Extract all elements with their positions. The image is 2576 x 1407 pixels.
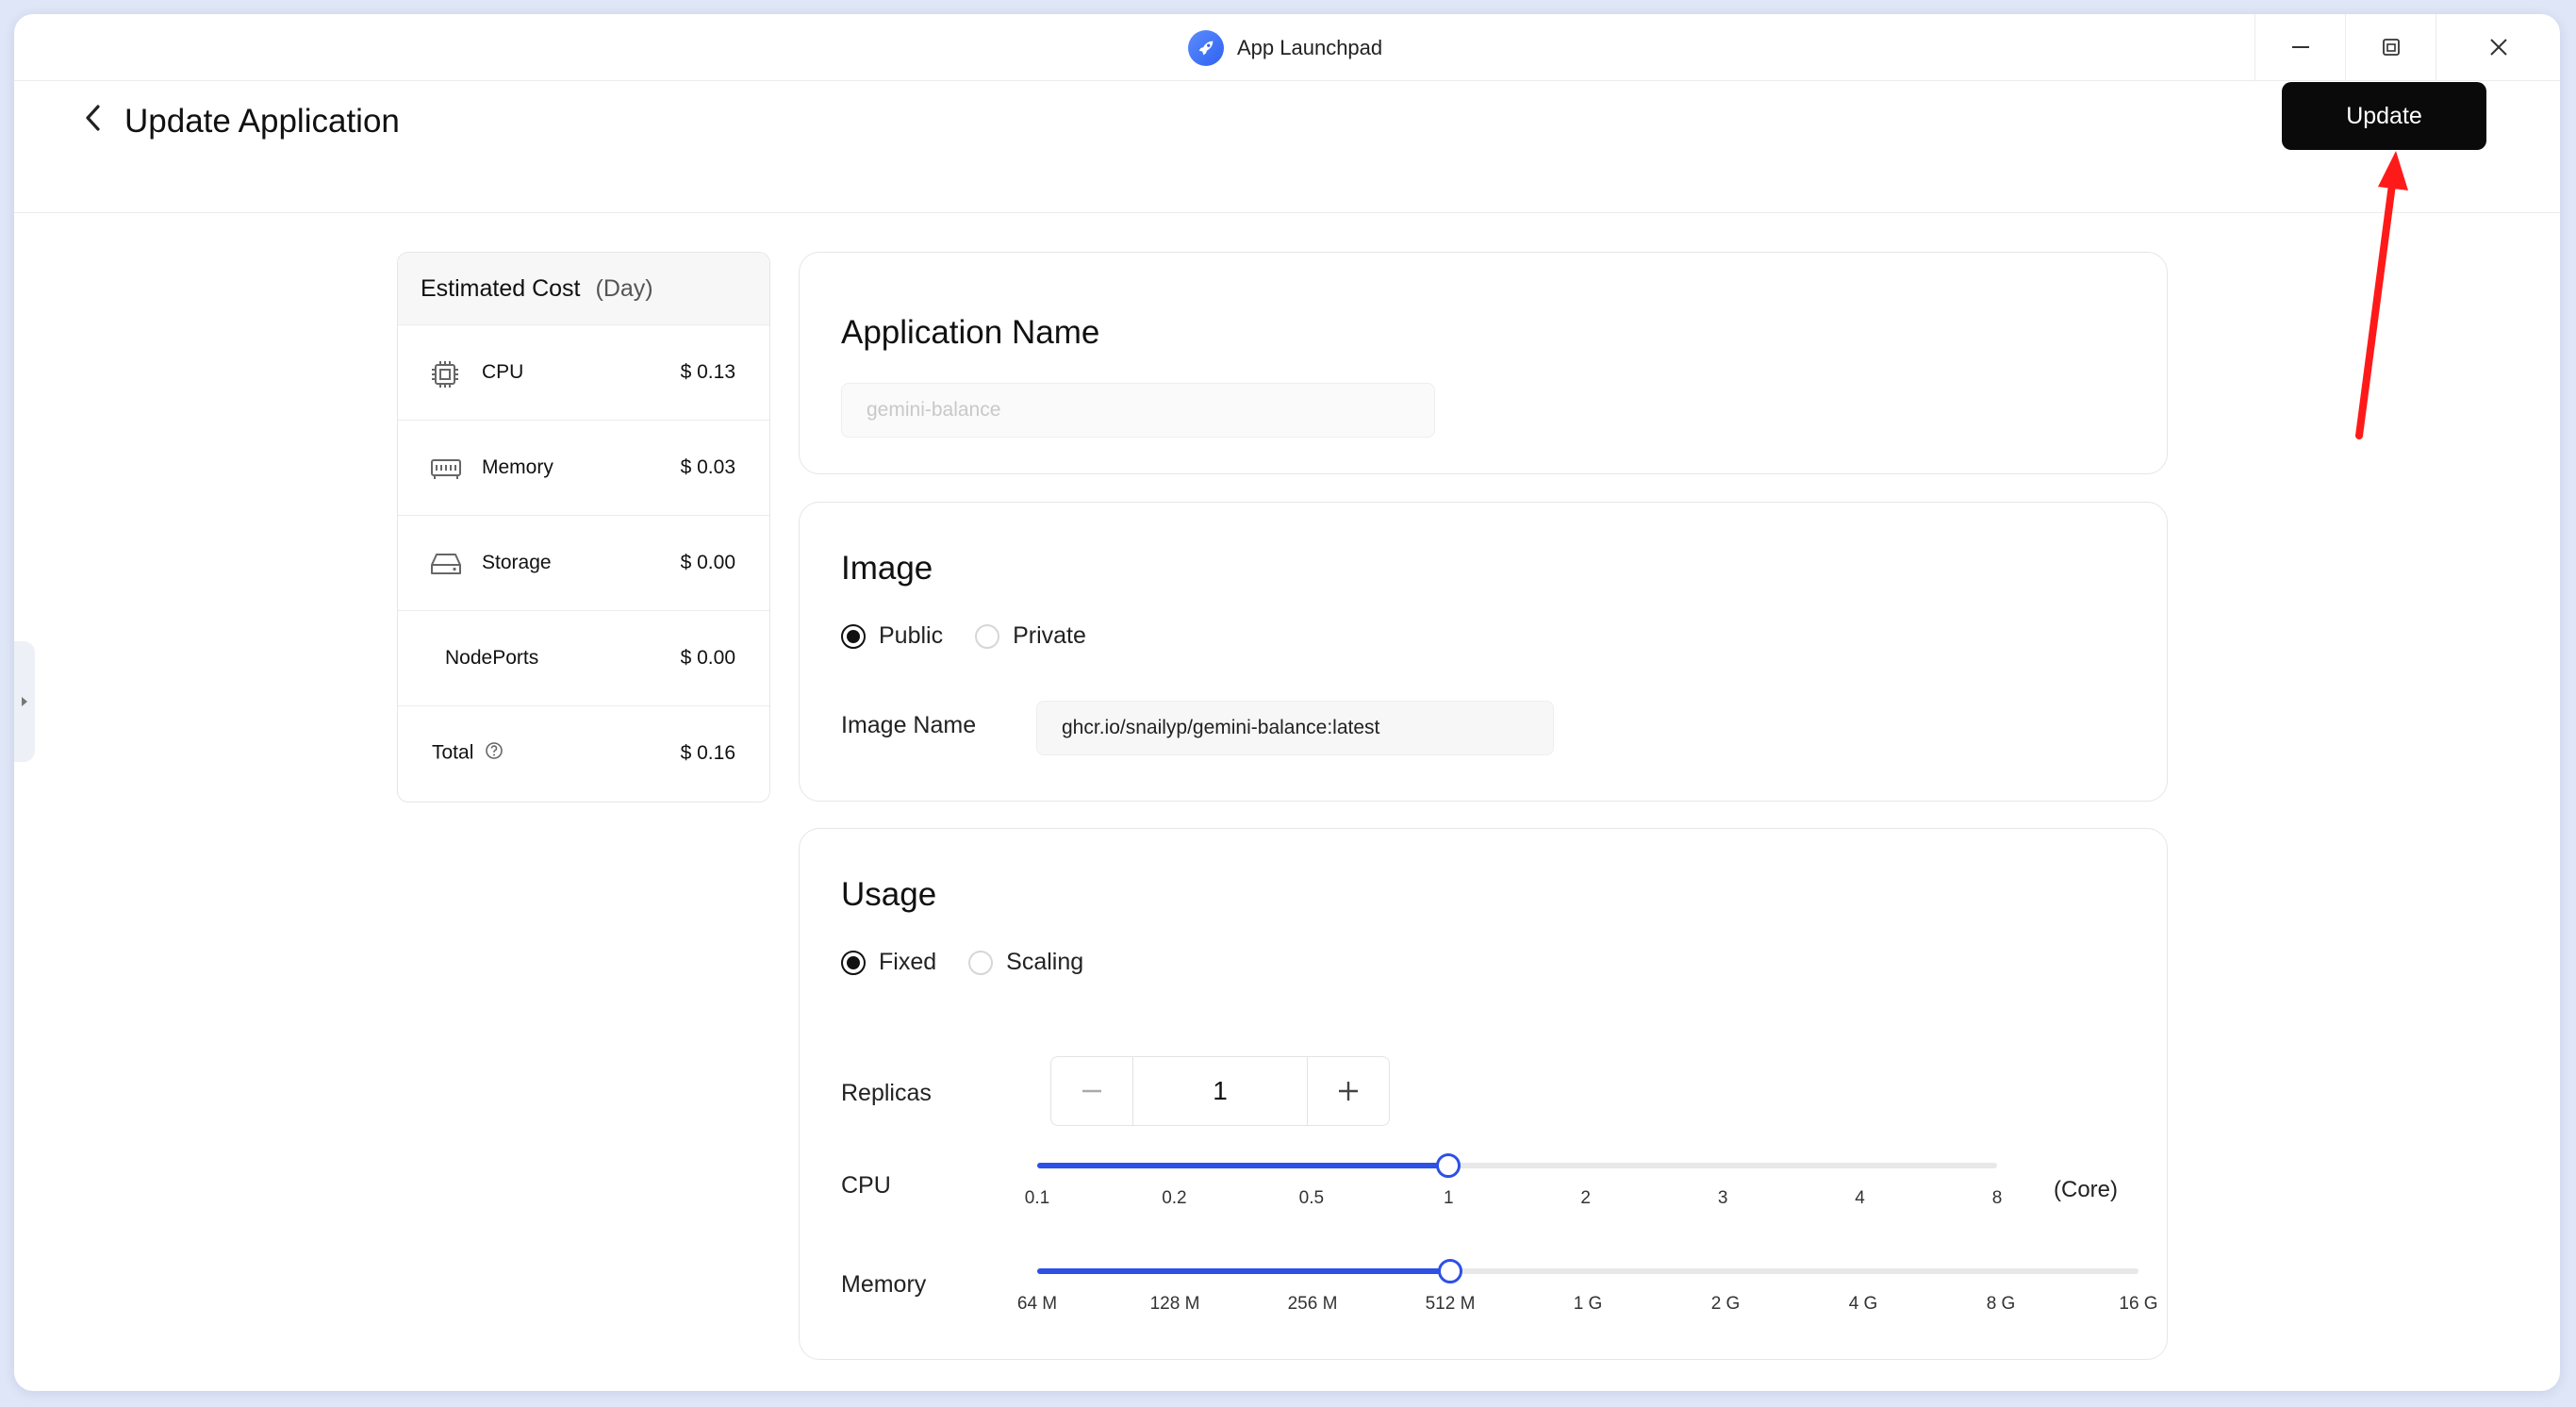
cost-label: Memory <box>482 456 553 478</box>
help-icon[interactable] <box>485 741 504 766</box>
rocket-icon <box>1188 30 1224 66</box>
cpu-tick-label: 3 <box>1717 1188 1728 1208</box>
cost-price: $ 0.16 <box>680 742 735 764</box>
cpu-tick-label: 8 <box>1991 1188 2003 1208</box>
cpu-label: CPU <box>841 1172 891 1199</box>
replicas-label: Replicas <box>841 1080 932 1106</box>
decrement-button[interactable] <box>1051 1057 1132 1125</box>
cost-row-storage: Storage $ 0.00 <box>398 516 769 611</box>
app-title-text: App Launchpad <box>1237 36 1383 59</box>
sidebar-toggle[interactable] <box>14 641 35 762</box>
application-name-title: Application Name <box>841 314 1100 351</box>
radio-fixed[interactable] <box>841 950 866 975</box>
radio-fixed-label[interactable]: Fixed <box>879 949 936 976</box>
cpu-tick-label: 0.1 <box>1024 1188 1050 1208</box>
restore-button[interactable] <box>2345 14 2436 80</box>
cost-label: Storage <box>482 552 552 573</box>
memory-label: Memory <box>841 1271 927 1298</box>
memory-tick-label: 8 G <box>1986 1294 2016 1314</box>
memory-tick-label: 4 G <box>1848 1294 1878 1314</box>
image-visibility-radio-group: Public Private <box>841 622 1118 650</box>
cpu-tick-label: 4 <box>1855 1188 1865 1208</box>
memory-tick-label: 2 G <box>1710 1294 1741 1314</box>
usage-title: Usage <box>841 876 937 913</box>
radio-private[interactable] <box>975 623 1000 649</box>
close-icon <box>2490 39 2507 56</box>
memory-slider-fill <box>1037 1268 1450 1274</box>
replicas-value[interactable]: 1 <box>1132 1057 1308 1125</box>
plus-icon <box>1339 1082 1358 1101</box>
cost-title: Estimated Cost <box>421 274 581 302</box>
app-window: App Launchpad Update Application Update … <box>14 14 2560 1391</box>
memory-tick-label: 1 G <box>1573 1294 1603 1314</box>
memory-icon <box>430 455 462 488</box>
usage-card: Usage Fixed Scaling Replicas CPU Memory <box>799 828 2168 1360</box>
cost-header: Estimated Cost (Day) <box>398 253 769 325</box>
radio-scaling[interactable] <box>968 950 994 975</box>
minimize-button[interactable] <box>2254 14 2346 80</box>
minimize-icon <box>2292 46 2309 48</box>
cost-label: NodePorts <box>445 647 539 669</box>
estimated-cost-panel: Estimated Cost (Day) CPU $ 0.13 Memory $… <box>397 252 770 803</box>
memory-tick-label: 128 M <box>1149 1294 1200 1314</box>
storage-icon <box>430 550 462 584</box>
cost-row-total: Total $ 0.16 <box>398 706 769 801</box>
replicas-stepper: 1 <box>1050 1056 1390 1126</box>
title-bar: App Launchpad <box>14 14 2560 81</box>
memory-tick-label: 256 M <box>1287 1294 1338 1314</box>
memory-slider-thumb[interactable] <box>1438 1259 1462 1283</box>
cost-price: $ 0.03 <box>680 456 735 478</box>
cost-total-label: Total <box>432 741 504 766</box>
cost-row-cpu: CPU $ 0.13 <box>398 325 769 421</box>
cpu-unit: (Core) <box>2054 1177 2119 1202</box>
cpu-slider-fill <box>1037 1163 1449 1168</box>
page-header: Update Application Update <box>14 80 2560 213</box>
cpu-tick-label: 0.2 <box>1162 1188 1187 1208</box>
cpu-tick-label: 1 <box>1443 1188 1454 1208</box>
image-card: Image Public Private Image Name ghcr.io/… <box>799 502 2168 802</box>
restore-icon <box>2383 39 2400 56</box>
close-button[interactable] <box>2436 14 2560 80</box>
cost-price: $ 0.13 <box>680 361 735 383</box>
radio-public-label[interactable]: Public <box>879 622 943 650</box>
memory-tick-label: 512 M <box>1425 1294 1476 1314</box>
cpu-tick-label: 2 <box>1580 1188 1591 1208</box>
cost-label: CPU <box>482 361 524 383</box>
memory-tick-label: 16 G <box>2119 1294 2158 1314</box>
application-name-input[interactable]: gemini-balance <box>841 383 1435 438</box>
cost-row-nodeports: NodePorts $ 0.00 <box>398 611 769 706</box>
cost-period: (Day) <box>595 274 653 302</box>
cost-row-memory: Memory $ 0.03 <box>398 421 769 516</box>
cpu-icon <box>430 359 460 395</box>
radio-public[interactable] <box>841 623 866 649</box>
cost-label: Total <box>432 741 474 764</box>
memory-tick-label: 64 M <box>1016 1294 1058 1314</box>
page-title: Update Application <box>124 103 400 140</box>
caret-right-icon <box>22 697 27 706</box>
increment-button[interactable] <box>1308 1057 1389 1125</box>
back-arrow-icon[interactable] <box>80 101 107 140</box>
cost-price: $ 0.00 <box>680 647 735 669</box>
app-title: App Launchpad <box>1188 29 1382 67</box>
cost-price: $ 0.00 <box>680 552 735 573</box>
cpu-tick-label: 0.5 <box>1298 1188 1325 1208</box>
minus-icon <box>1082 1089 1101 1093</box>
update-button[interactable]: Update <box>2282 82 2486 150</box>
image-name-label: Image Name <box>841 712 977 738</box>
image-title: Image <box>841 550 933 587</box>
radio-private-label[interactable]: Private <box>1013 622 1086 650</box>
image-name-input[interactable]: ghcr.io/snailyp/gemini-balance:latest <box>1036 701 1554 755</box>
usage-mode-radio-group: Fixed Scaling <box>841 949 1115 976</box>
application-name-card: Application Name gemini-balance <box>799 252 2168 474</box>
radio-scaling-label[interactable]: Scaling <box>1006 949 1083 976</box>
